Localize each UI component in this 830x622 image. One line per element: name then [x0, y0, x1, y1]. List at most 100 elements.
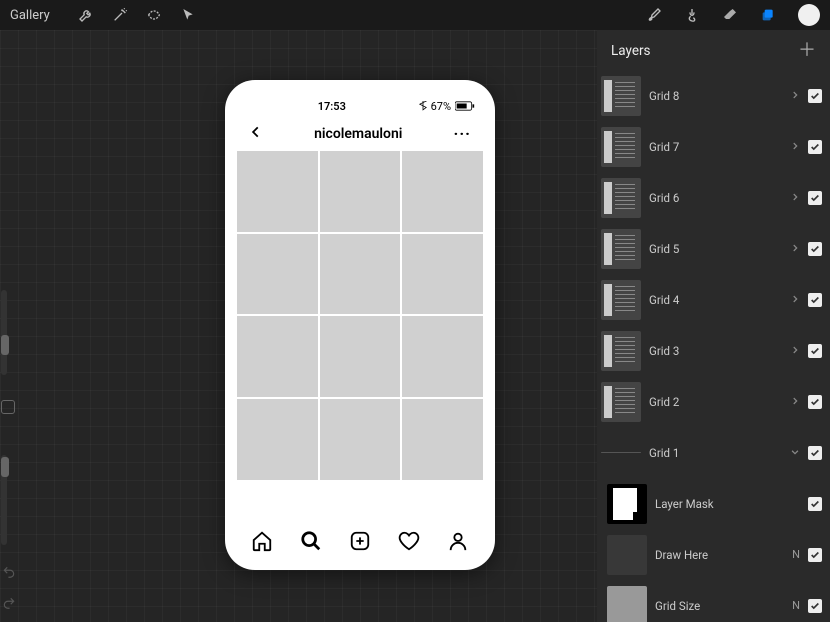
layer-row[interactable]: Grid 1 [597, 427, 830, 478]
phone-tabbar [237, 530, 483, 556]
layer-name-label: Draw Here [655, 548, 780, 562]
top-toolbar: Gallery [0, 0, 830, 30]
grid-cell [320, 316, 401, 397]
visibility-checkbox[interactable] [808, 293, 822, 307]
visibility-checkbox[interactable] [808, 89, 822, 103]
grid-cell [237, 316, 318, 397]
layers-icon[interactable] [760, 7, 776, 23]
layer-thumbnail [601, 229, 641, 269]
color-picker[interactable] [798, 4, 820, 26]
layer-thumbnail [601, 76, 641, 116]
layer-thumbnail [601, 331, 641, 371]
grid-cell [402, 316, 483, 397]
chevron-right-icon[interactable] [790, 140, 800, 154]
grid-cell [237, 234, 318, 315]
layer-name-label: Grid 1 [649, 446, 782, 460]
gallery-button[interactable]: Gallery [10, 8, 50, 23]
bluetooth-icon [419, 101, 427, 111]
layer-name-label: Grid 8 [649, 89, 782, 103]
opacity-slider[interactable] [1, 455, 7, 545]
wand-icon[interactable] [112, 7, 128, 23]
brush-size-slider[interactable] [1, 290, 7, 375]
visibility-checkbox[interactable] [808, 548, 822, 562]
visibility-checkbox[interactable] [808, 344, 822, 358]
cursor-icon[interactable] [180, 7, 196, 23]
battery-icon [455, 101, 475, 111]
layer-thumbnail [607, 535, 647, 575]
wrench-icon[interactable] [78, 7, 94, 23]
layer-row[interactable]: Grid 3 [597, 325, 830, 376]
chevron-down-icon[interactable] [790, 446, 800, 460]
layer-row[interactable]: Draw Here N [597, 529, 830, 580]
feed-grid [237, 151, 483, 480]
visibility-checkbox[interactable] [808, 140, 822, 154]
modifier-button[interactable] [1, 400, 15, 414]
status-time: 17:53 [318, 100, 346, 113]
visibility-checkbox[interactable] [808, 191, 822, 205]
profile-icon [447, 530, 469, 556]
layers-title: Layers [611, 43, 651, 59]
layer-name-label: Grid 5 [649, 242, 782, 256]
redo-icon[interactable] [2, 595, 16, 614]
layer-row[interactable]: Grid 4 [597, 274, 830, 325]
grid-cell [237, 151, 318, 232]
layer-row[interactable]: Grid 5 [597, 223, 830, 274]
selection-icon[interactable] [146, 7, 162, 23]
layer-thumbnail [601, 178, 641, 218]
smudge-icon[interactable] [684, 7, 700, 23]
layer-row[interactable]: Grid 8 [597, 70, 830, 121]
visibility-checkbox[interactable] [808, 242, 822, 256]
back-icon [249, 124, 263, 143]
layer-row[interactable]: Grid 7 [597, 121, 830, 172]
layer-thumbnail [607, 484, 647, 524]
layer-name-label: Grid 3 [649, 344, 782, 358]
eraser-icon[interactable] [722, 7, 738, 23]
grid-cell [320, 234, 401, 315]
layer-thumbnail [601, 127, 641, 167]
visibility-checkbox[interactable] [808, 395, 822, 409]
grid-cell [402, 399, 483, 480]
grid-cell [402, 151, 483, 232]
visibility-checkbox[interactable] [808, 497, 822, 511]
grid-cell [237, 399, 318, 480]
layer-row[interactable]: Grid Size N [597, 580, 830, 622]
visibility-checkbox[interactable] [808, 446, 822, 460]
layer-thumbnail [601, 382, 641, 422]
layer-thumbnail [607, 586, 647, 622]
phone-mockup: 17:53 67% nicolemauloni ··· [225, 80, 495, 570]
heart-icon [398, 530, 420, 556]
layer-row[interactable]: Grid 6 [597, 172, 830, 223]
blend-mode-label: N [792, 599, 800, 612]
layer-name-label: Grid 4 [649, 293, 782, 307]
brush-icon[interactable] [646, 7, 662, 23]
layer-name-label: Grid Size [655, 599, 780, 613]
chevron-right-icon[interactable] [790, 395, 800, 409]
layer-thumbnail [601, 452, 641, 453]
visibility-checkbox[interactable] [808, 599, 822, 613]
chevron-right-icon[interactable] [790, 89, 800, 103]
home-icon [251, 530, 273, 556]
grid-cell [402, 234, 483, 315]
grid-cell [320, 399, 401, 480]
chevron-right-icon[interactable] [790, 344, 800, 358]
layer-row[interactable]: Grid 2 [597, 376, 830, 427]
profile-username: nicolemauloni [314, 126, 402, 142]
chevron-right-icon[interactable] [790, 293, 800, 307]
more-icon: ··· [454, 124, 471, 143]
canvas[interactable]: 17:53 67% nicolemauloni ··· [0, 30, 597, 622]
grid-cell [320, 151, 401, 232]
undo-icon[interactable] [2, 564, 16, 583]
layer-row[interactable]: Layer Mask [597, 478, 830, 529]
layer-name-label: Grid 6 [649, 191, 782, 205]
blend-mode-label: N [792, 548, 800, 561]
layer-name-label: Grid 7 [649, 140, 782, 154]
layer-name-label: Layer Mask [655, 497, 800, 511]
layer-name-label: Grid 2 [649, 395, 782, 409]
add-post-icon [349, 530, 371, 556]
add-layer-button[interactable]: ＋ [798, 42, 816, 60]
chevron-right-icon[interactable] [790, 242, 800, 256]
layers-panel: Layers ＋ Grid 8 Grid 7 Grid 6 Grid 5 Grid 4 G… [597, 30, 830, 622]
search-icon [300, 530, 322, 556]
chevron-right-icon[interactable] [790, 191, 800, 205]
layer-thumbnail [601, 280, 641, 320]
